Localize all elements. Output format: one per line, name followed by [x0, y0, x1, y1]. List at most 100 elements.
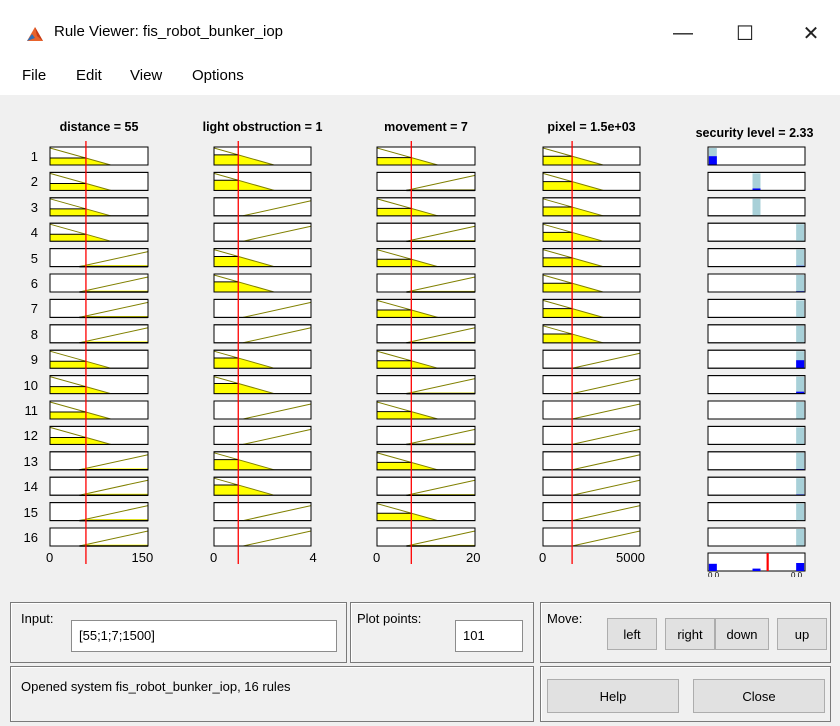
- rule-10-input-2: [376, 375, 476, 395]
- rule-12-input-2: [376, 425, 476, 446]
- rule-11-input-1: [213, 400, 312, 420]
- rule-2-output: [707, 171, 806, 191]
- menu-file[interactable]: File: [22, 67, 46, 84]
- rule-number: 1: [30, 149, 38, 164]
- plot-points-panel: Plot points: 101: [350, 602, 534, 663]
- rule-5-output: [707, 248, 806, 268]
- menu-bar: File Edit View Options: [0, 62, 840, 92]
- rule-10-input-0: [49, 375, 149, 395]
- rule-14-input-2: [376, 476, 476, 496]
- rule-16-input-0: [49, 527, 149, 547]
- rule-9-input-0: [49, 349, 149, 369]
- rule-5-input-2: [376, 248, 476, 268]
- rule-2-input-1: [213, 171, 312, 191]
- rule-8-output: [707, 324, 806, 344]
- move-panel: Move: left right down up: [540, 602, 831, 663]
- rule-4-input-2: [376, 222, 476, 242]
- rule-14-input-3: [542, 476, 641, 496]
- rule-number: 5: [30, 250, 38, 266]
- move-down-button[interactable]: down: [715, 618, 769, 650]
- input-title-2: movement = 7: [384, 120, 468, 134]
- axis-max-2: 20: [466, 550, 481, 565]
- move-up-button[interactable]: up: [777, 618, 827, 650]
- rule-6-input-3: [542, 273, 641, 293]
- aggregate-output: [707, 552, 806, 572]
- rule-13-input-0: [49, 451, 149, 471]
- rule-15-input-1: [213, 502, 312, 522]
- rule-9-output: [707, 349, 806, 369]
- move-left-button[interactable]: left: [607, 618, 657, 650]
- output-title: security level = 2.33: [695, 126, 814, 140]
- input-field[interactable]: [55;1;7;1500]: [71, 620, 337, 652]
- move-right-button[interactable]: right: [665, 618, 715, 650]
- rule-7-output: [707, 298, 806, 318]
- rule-2-input-3: [542, 171, 641, 191]
- rule-9-input-1: [213, 349, 312, 369]
- rule-2-input-2: [376, 171, 476, 192]
- rule-14-output: [707, 476, 806, 496]
- rule-3-input-2: [376, 197, 476, 217]
- input-label: Input:: [21, 611, 54, 626]
- rule-8-input-2: [376, 324, 476, 344]
- rule-16-input-1: [213, 527, 312, 547]
- rule-15-input-3: [542, 502, 641, 522]
- rule-number: 9: [30, 352, 38, 368]
- rule-13-input-3: [542, 451, 641, 471]
- axis-max-1: 4: [309, 550, 317, 565]
- rule-number: 3: [30, 199, 38, 215]
- rule-12-input-3: [542, 425, 641, 445]
- rule-1-input-3: [542, 146, 641, 166]
- rule-number: 12: [23, 428, 38, 444]
- input-title-0: distance = 55: [59, 120, 139, 134]
- axis-max-0: 150: [131, 550, 154, 565]
- maximize-button[interactable]: ☐: [722, 18, 768, 48]
- action-panel: Help Close: [540, 666, 831, 722]
- rule-16-input-2: [376, 527, 476, 547]
- help-button[interactable]: Help: [547, 679, 679, 713]
- rule-number: 16: [23, 530, 38, 545]
- rule-number: 7: [30, 301, 38, 317]
- rule-2-input-0: [49, 171, 149, 191]
- rule-12-input-1: [213, 425, 312, 445]
- axis-min-2: 0: [373, 550, 381, 565]
- rule-15-input-0: [49, 502, 149, 522]
- close-window-button[interactable]: ✕: [788, 18, 834, 48]
- rule-4-input-0: [49, 222, 149, 242]
- rule-1-input-1: [213, 146, 312, 166]
- matlab-icon: [27, 27, 43, 41]
- rule-3-input-3: [542, 197, 641, 217]
- rule-4-input-1: [213, 222, 312, 242]
- output-axis-min: 0.0: [708, 572, 720, 577]
- rule-3-input-1: [213, 197, 312, 217]
- rule-10-input-1: [213, 375, 312, 395]
- rule-3-input-0: [49, 197, 149, 217]
- menu-view[interactable]: View: [130, 67, 162, 84]
- rule-7-input-1: [213, 298, 312, 318]
- title-bar: Rule Viewer: fis_robot_bunker_iop — ☐ ✕: [0, 0, 840, 62]
- rule-5-input-3: [542, 248, 641, 268]
- menu-options[interactable]: Options: [192, 67, 244, 84]
- rule-plots[interactable]: [0, 95, 840, 595]
- rule-1-input-0: [49, 146, 149, 166]
- menu-edit[interactable]: Edit: [76, 67, 102, 84]
- rule-7-input-0: [49, 298, 149, 319]
- rule-5-input-1: [213, 248, 312, 268]
- rule-number: 13: [23, 453, 38, 469]
- rule-6-input-2: [376, 273, 476, 293]
- rule-16-output: [707, 527, 806, 547]
- plot-points-field[interactable]: 101: [455, 620, 523, 652]
- axis-max-3: 5000: [616, 550, 645, 565]
- rule-14-input-1: [213, 476, 312, 496]
- rule-number: 2: [30, 174, 38, 190]
- status-text: Opened system fis_robot_bunker_iop, 16 r…: [21, 679, 291, 694]
- status-panel: Opened system fis_robot_bunker_iop, 16 r…: [10, 666, 534, 722]
- close-button[interactable]: Close: [693, 679, 825, 713]
- rule-12-input-0: [49, 425, 149, 445]
- minimize-button[interactable]: —: [660, 18, 706, 48]
- rule-15-input-2: [376, 502, 476, 522]
- rule-8-input-0: [49, 324, 149, 344]
- rule-1-input-2: [376, 146, 476, 166]
- rule-11-input-0: [49, 400, 149, 420]
- rule-9-input-3: [542, 349, 641, 369]
- rule-1-output: [707, 146, 806, 166]
